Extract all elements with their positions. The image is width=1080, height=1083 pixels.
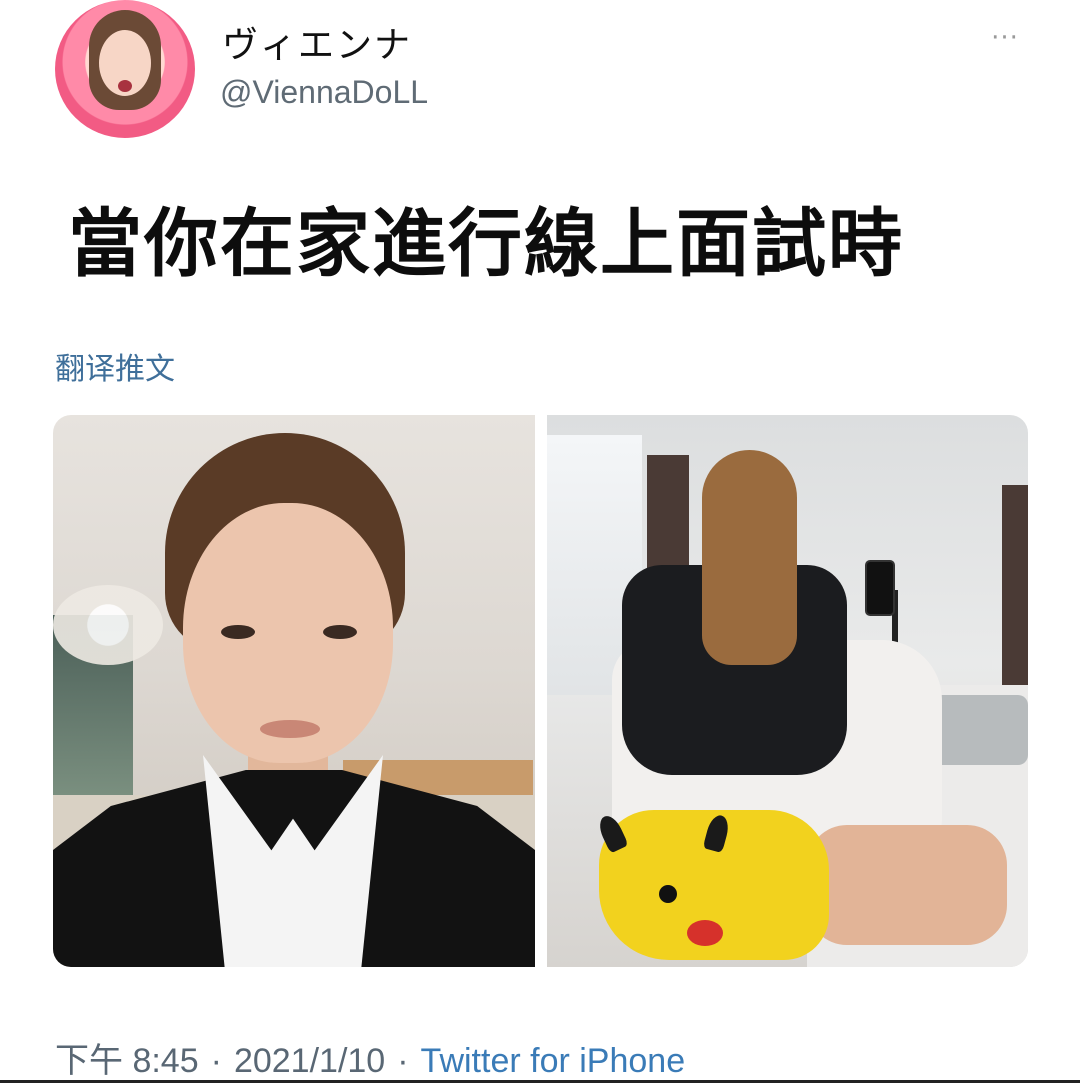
tweet-text: 當你在家進行線上面試時 <box>68 201 904 287</box>
translate-tweet-link[interactable]: 翻译推文 <box>55 344 175 388</box>
tweet-date[interactable]: 2021/1/10 <box>234 1042 385 1080</box>
curtain-right <box>1002 485 1028 705</box>
chandelier <box>53 585 163 665</box>
media-image-right[interactable] <box>547 415 1028 967</box>
pikachu-cheek <box>687 920 723 946</box>
avatar-mouth <box>118 80 132 92</box>
lips <box>260 720 320 738</box>
media-image-left[interactable] <box>53 415 535 967</box>
tweet-source[interactable]: Twitter for iPhone <box>421 1042 686 1080</box>
author-display-name[interactable]: ヴィエンナ <box>222 16 412 68</box>
more-dots-icon[interactable]: ··· <box>985 25 1025 51</box>
separator: · <box>210 1042 222 1080</box>
author-handle[interactable]: @ViennaDoLL <box>220 74 428 111</box>
legs <box>807 825 1007 945</box>
author-avatar[interactable] <box>55 0 195 138</box>
right-eye <box>323 625 357 639</box>
pikachu-eye <box>659 885 677 903</box>
tweet-footer: 下午 8:45 · 2021/1/10 · Twitter for iPhone <box>55 1033 685 1082</box>
phone <box>865 560 895 616</box>
separator-2: · <box>397 1042 409 1080</box>
left-eye <box>221 625 255 639</box>
ponytail <box>702 450 797 665</box>
tweet-time[interactable]: 下午 8:45 <box>55 1042 199 1080</box>
tweet-card: ヴィエンナ @ViennaDoLL ··· 當你在家進行線上面試時 翻译推文 下… <box>0 0 1080 1083</box>
media-grid <box>53 415 1028 967</box>
